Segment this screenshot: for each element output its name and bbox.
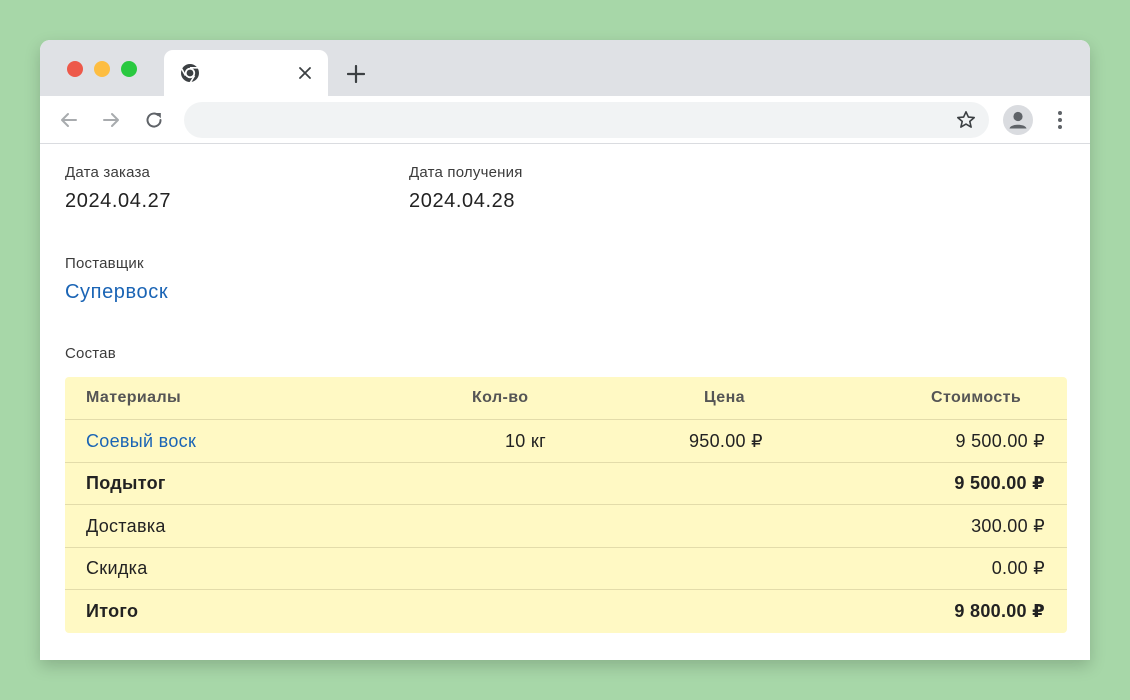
subtotal-value: 9 500.00 ₽: [954, 473, 1045, 493]
discount-row: Скидка 0.00 ₽: [65, 548, 1067, 590]
order-items-table: Материалы Кол-во Цена Стоимость Соевый в…: [65, 377, 1067, 633]
item-price: 950.00 ₽: [689, 430, 763, 451]
url-input[interactable]: [202, 102, 942, 138]
order-date-value: 2024.04.27: [65, 190, 172, 212]
kebab-menu-icon[interactable]: [1050, 108, 1070, 132]
delivery-label: Доставка: [86, 515, 166, 536]
browser-toolbar: [40, 96, 1090, 144]
window-close-button[interactable]: [67, 61, 83, 77]
window-maximize-button[interactable]: [121, 61, 137, 77]
total-value: 9 800.00 ₽: [954, 601, 1045, 621]
column-header-qty: Кол-во: [472, 389, 529, 406]
plus-icon[interactable]: [344, 62, 368, 86]
column-header-price: Цена: [704, 389, 745, 406]
person-icon[interactable]: [1003, 105, 1033, 135]
discount-value: 0.00 ₽: [991, 558, 1045, 578]
delivery-value: 300.00 ₽: [971, 515, 1045, 536]
subtotal-label: Подытог: [86, 473, 166, 493]
supplier-label: Поставщик: [65, 255, 144, 272]
material-link[interactable]: Соевый воск: [86, 420, 196, 462]
order-date-label: Дата заказа: [65, 164, 151, 181]
tab-strip: [40, 40, 1090, 96]
address-bar[interactable]: [184, 102, 989, 138]
item-cost: 9 500.00 ₽: [955, 430, 1045, 451]
discount-label: Скидка: [86, 558, 148, 578]
page-content: Дата заказа 2024.04.27 Дата получения 20…: [40, 145, 1090, 660]
item-qty: 10 кг: [505, 430, 546, 451]
arrow-right-icon[interactable]: [99, 108, 123, 132]
column-header-material: Материалы: [86, 389, 182, 406]
composition-label: Состав: [65, 345, 116, 362]
close-icon[interactable]: [294, 62, 316, 84]
arrow-left-icon[interactable]: [57, 108, 81, 132]
table-header-row: Материалы Кол-во Цена Стоимость: [65, 377, 1067, 420]
table-row: Соевый воск 10 кг 950.00 ₽ 9 500.00 ₽: [65, 420, 1067, 463]
supplier-link[interactable]: Супервоск: [65, 281, 168, 304]
chrome-icon: [180, 63, 200, 83]
reload-icon[interactable]: [142, 108, 166, 132]
star-icon[interactable]: [955, 109, 977, 131]
subtotal-row: Подытог 9 500.00 ₽: [65, 463, 1067, 505]
browser-tab[interactable]: [164, 50, 328, 96]
total-row: Итого 9 800.00 ₽: [65, 590, 1067, 633]
column-header-cost: Стоимость: [931, 389, 1022, 406]
browser-window: Дата заказа 2024.04.27 Дата получения 20…: [40, 40, 1090, 660]
window-minimize-button[interactable]: [94, 61, 110, 77]
total-label: Итого: [86, 601, 139, 621]
receive-date-value: 2024.04.28: [409, 190, 516, 212]
receive-date-label: Дата получения: [409, 164, 523, 181]
delivery-row: Доставка 300.00 ₽: [65, 505, 1067, 548]
